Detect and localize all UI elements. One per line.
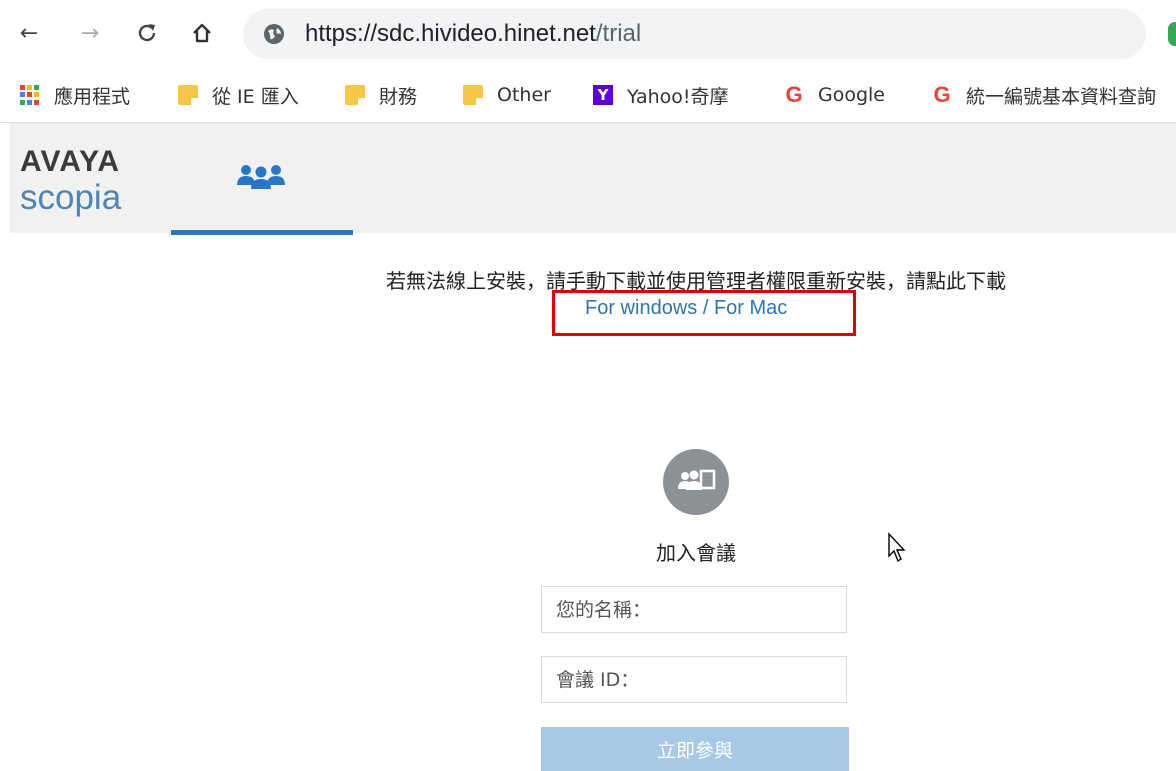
url-text: https://sdc.hivideo.hinet.net/trial (305, 18, 641, 50)
extension-icon[interactable] (1168, 22, 1176, 46)
home-icon[interactable] (187, 18, 217, 48)
logo-scopia: scopia (20, 178, 122, 217)
folder-icon (178, 85, 198, 105)
bookmark-ie-import[interactable]: 從 IE 匯入 (178, 82, 299, 108)
google-logo-icon: G (785, 82, 803, 107)
app-header: AVAYA scopia (10, 123, 1176, 235)
bookmark-apps[interactable]: 應用程式 (20, 82, 130, 108)
bookmark-label: 統一編號基本資料查詢 (966, 85, 1157, 108)
bookmark-label: 從 IE 匯入 (212, 85, 299, 108)
windows-download-link[interactable]: For windows (585, 297, 697, 319)
mouse-cursor-icon (888, 532, 906, 563)
people-group-icon (237, 165, 285, 189)
name-input[interactable] (541, 586, 847, 633)
join-meeting-title: 加入會議 (656, 541, 736, 565)
download-links: For windows / For Mac (585, 297, 787, 320)
link-separator: / (697, 297, 714, 319)
active-tab-underline (171, 230, 353, 235)
logo-avaya: AVAYA (20, 145, 121, 178)
reload-icon[interactable] (132, 18, 162, 48)
bookmark-label: Google (818, 84, 886, 106)
tab-meetings[interactable] (171, 123, 353, 235)
globe-icon (264, 24, 284, 44)
folder-icon (463, 85, 483, 105)
address-bar[interactable]: https://sdc.hivideo.hinet.net/trial (243, 9, 1146, 59)
bookmark-other[interactable]: Other (463, 82, 551, 108)
bookmark-label: Other (497, 84, 551, 106)
download-links-highlight: For windows / For Mac (552, 290, 856, 336)
bookmark-yahoo[interactable]: Y Yahoo!奇摩 (593, 82, 729, 108)
bookmark-google[interactable]: G Google (784, 82, 885, 108)
bookmark-label: 財務 (379, 85, 418, 108)
bookmark-label: 應用程式 (54, 85, 131, 108)
mac-download-link[interactable]: For Mac (714, 297, 787, 319)
bookmarks-bar: 應用程式 從 IE 匯入 財務 Other Y Yahoo!奇摩 G Googl… (0, 70, 1176, 123)
yahoo-logo-icon: Y (593, 85, 613, 105)
bookmark-label: Yahoo!奇摩 (627, 85, 729, 108)
google-logo-icon: G (933, 82, 951, 107)
apps-grid-icon (20, 85, 40, 105)
url-path: /trial (595, 20, 642, 47)
folder-icon (345, 85, 365, 105)
browser-toolbar: ← → https://sdc.hivideo.hinet.net/trial (0, 0, 1176, 70)
join-now-button[interactable]: 立即參與 (541, 727, 849, 771)
bookmark-tax-id[interactable]: G 統一編號基本資料查詢 (932, 82, 1156, 108)
back-arrow-icon[interactable]: ← (14, 18, 44, 48)
url-host: https://sdc.hivideo.hinet.net (305, 20, 596, 47)
meeting-id-input[interactable] (541, 656, 847, 703)
join-meeting-icon (663, 449, 729, 515)
bookmark-finance[interactable]: 財務 (345, 82, 417, 108)
forward-arrow-icon[interactable]: → (75, 18, 105, 48)
